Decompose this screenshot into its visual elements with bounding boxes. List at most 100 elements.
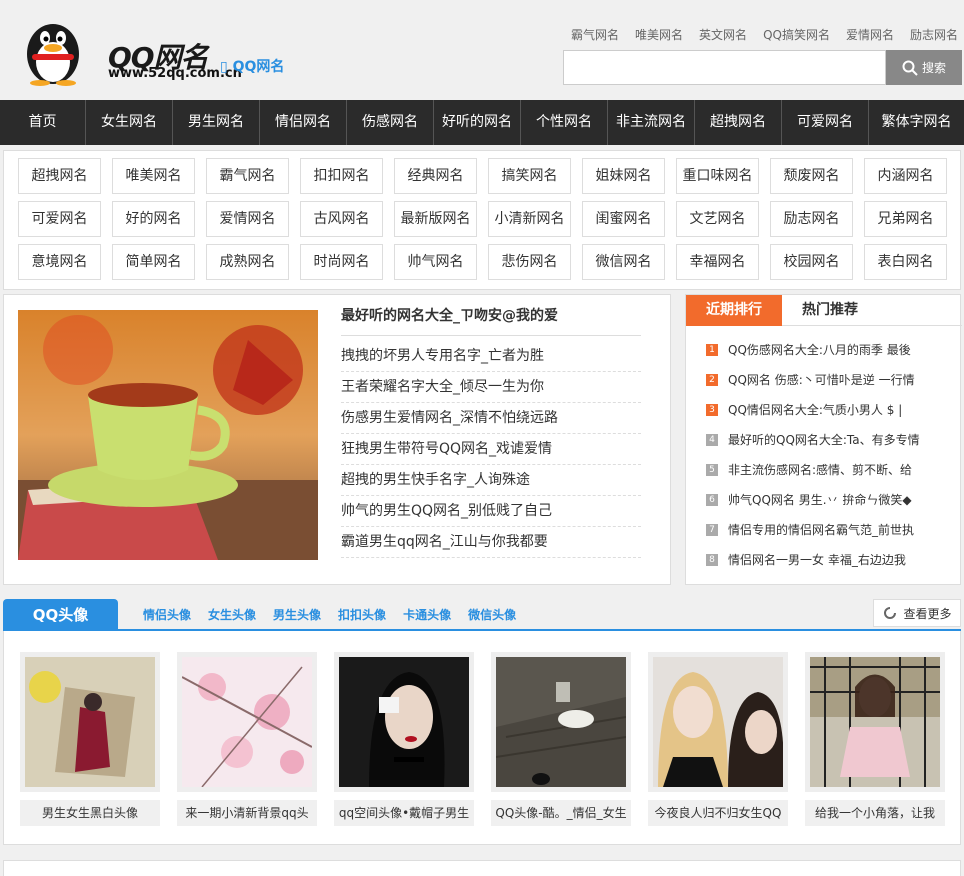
- tab-recent[interactable]: 近期排行: [686, 295, 782, 326]
- list-item[interactable]: 3 QQ情侣网名大全:气质小男人 $ |: [706, 395, 956, 425]
- avatar-caption[interactable]: 男生女生黑白头像: [20, 800, 160, 826]
- tag-link[interactable]: 表白网名: [864, 244, 947, 280]
- nav-item[interactable]: 可爱网名: [782, 100, 869, 145]
- avatar-category[interactable]: 男生头像: [273, 606, 321, 623]
- top-link[interactable]: 爱情网名: [846, 26, 894, 43]
- avatar-category[interactable]: 女生头像: [208, 606, 256, 623]
- avatar-image[interactable]: [805, 652, 945, 792]
- list-item[interactable]: 6 帅气QQ网名 男生.丷 拚命ㄣ微笑◆: [706, 485, 956, 515]
- avatar-caption[interactable]: qq空间头像•戴帽子男生: [334, 800, 474, 826]
- more-button[interactable]: 查看更多: [873, 599, 961, 627]
- avatar-card[interactable]: 给我一个小角落，让我: [805, 652, 945, 826]
- tag-link[interactable]: 经典网名: [394, 158, 477, 194]
- avatar-category[interactable]: 卡通头像: [403, 606, 451, 623]
- tag-link[interactable]: 可爱网名: [18, 201, 101, 237]
- featured-item[interactable]: 霸道男生qq网名_江山与你我都要: [341, 527, 641, 558]
- search-button[interactable]: 搜索: [886, 50, 962, 85]
- list-item[interactable]: 7 情侣专用的情侣网名霸气范_前世执: [706, 515, 956, 545]
- tag-link[interactable]: 励志网名: [770, 201, 853, 237]
- nav-item[interactable]: 个性网名: [521, 100, 608, 145]
- nav-item[interactable]: 情侣网名: [260, 100, 347, 145]
- featured-item[interactable]: 伤感男生爱情网名_深情不怕绕远路: [341, 403, 641, 434]
- avatar-image[interactable]: [20, 652, 160, 792]
- avatar-card[interactable]: 男生女生黑白头像: [20, 652, 160, 826]
- tag-link[interactable]: 简单网名: [112, 244, 195, 280]
- avatar-image[interactable]: [334, 652, 474, 792]
- tag-link[interactable]: 扣扣网名: [300, 158, 383, 194]
- tag-grid: 超拽网名 唯美网名 霸气网名 扣扣网名 经典网名 搞笑网名 姐妹网名 重口味网名 颓废网名 内涵网…: [3, 150, 961, 290]
- tag-link[interactable]: 兄弟网名: [864, 201, 947, 237]
- tag-link[interactable]: 内涵网名: [864, 158, 947, 194]
- tab-hot[interactable]: 热门推荐: [782, 295, 878, 326]
- mobile-link[interactable]: ▯ QQ网名: [220, 56, 284, 76]
- avatar-caption[interactable]: 给我一个小角落，让我: [805, 800, 945, 826]
- featured-item[interactable]: 王者荣耀名字大全_倾尽一生为你: [341, 372, 641, 403]
- tag-link[interactable]: 帅气网名: [394, 244, 477, 280]
- tag-link[interactable]: 古风网名: [300, 201, 383, 237]
- nav-item[interactable]: 好听的网名: [434, 100, 521, 145]
- tag-link[interactable]: 霸气网名: [206, 158, 289, 194]
- avatar-category[interactable]: 扣扣头像: [338, 606, 386, 623]
- tag-link[interactable]: 微信网名: [582, 244, 665, 280]
- tag-link[interactable]: 超拽网名: [18, 158, 101, 194]
- top-link[interactable]: QQ搞笑网名: [763, 26, 830, 43]
- avatar-card[interactable]: qq空间头像•戴帽子男生: [334, 652, 474, 826]
- tag-link[interactable]: 悲伤网名: [488, 244, 571, 280]
- tag-link[interactable]: 文艺网名: [676, 201, 759, 237]
- list-item[interactable]: 1 QQ伤感网名大全:八月的雨季 最後: [706, 335, 956, 365]
- featured-item[interactable]: 超拽的男生快手名字_人询殊途: [341, 465, 641, 496]
- tag-link[interactable]: 颓废网名: [770, 158, 853, 194]
- tag-link[interactable]: 校园网名: [770, 244, 853, 280]
- avatar-card[interactable]: QQ头像-酷。_情侣_女生: [491, 652, 631, 826]
- tag-link[interactable]: 成熟网名: [206, 244, 289, 280]
- avatar-caption[interactable]: 今夜良人归不归女生QQ: [648, 800, 788, 826]
- featured-item[interactable]: 狂拽男生带符号QQ网名_戏谑爱情: [341, 434, 641, 465]
- tag-link[interactable]: 闺蜜网名: [582, 201, 665, 237]
- tag-link[interactable]: 幸福网名: [676, 244, 759, 280]
- tag-link[interactable]: 意境网名: [18, 244, 101, 280]
- tag-link[interactable]: 唯美网名: [112, 158, 195, 194]
- tag-link[interactable]: 搞笑网名: [488, 158, 571, 194]
- avatar-photo: [25, 657, 155, 787]
- avatar-caption[interactable]: 来一期小清新背景qq头: [177, 800, 317, 826]
- nav-item[interactable]: 首页: [0, 100, 86, 145]
- nav-item[interactable]: 男生网名: [173, 100, 260, 145]
- avatar-image[interactable]: [177, 652, 317, 792]
- tag-link[interactable]: 爱情网名: [206, 201, 289, 237]
- main-nav: 首页 女生网名 男生网名 情侣网名 伤感网名 好听的网名 个性网名 非主流网名 …: [0, 100, 964, 145]
- top-link[interactable]: 唯美网名: [635, 26, 683, 43]
- featured-item[interactable]: 拽拽的坏男人专用名字_亡者为胜: [341, 341, 641, 372]
- tag-link[interactable]: 小清新网名: [488, 201, 571, 237]
- list-item[interactable]: 5 非主流伤感网名:感情、剪不断、给: [706, 455, 956, 485]
- avatar-caption[interactable]: QQ头像-酷。_情侣_女生: [491, 800, 631, 826]
- featured-image[interactable]: [18, 310, 318, 560]
- avatar-card[interactable]: 来一期小清新背景qq头: [177, 652, 317, 826]
- top-link[interactable]: 英文网名: [699, 26, 747, 43]
- avatar-image[interactable]: [648, 652, 788, 792]
- avatar-card[interactable]: 今夜良人归不归女生QQ: [648, 652, 788, 826]
- list-item[interactable]: 8 情侣网名一男一女 幸福_右边边我: [706, 545, 956, 575]
- avatar-section-title[interactable]: QQ头像: [3, 599, 118, 631]
- list-item[interactable]: 4 最好听的QQ网名大全:Ta、有多专情: [706, 425, 956, 455]
- search-input[interactable]: [563, 50, 886, 85]
- tag-link[interactable]: 最新版网名: [394, 201, 477, 237]
- top-link[interactable]: 霸气网名: [571, 26, 619, 43]
- site-logo[interactable]: QQ网名 www.52qq.com.cn: [22, 16, 242, 86]
- nav-item[interactable]: 超拽网名: [695, 100, 782, 145]
- refresh-icon: [884, 607, 897, 619]
- top-link[interactable]: 励志网名: [910, 26, 958, 43]
- nav-item[interactable]: 女生网名: [86, 100, 173, 145]
- avatar-image[interactable]: [491, 652, 631, 792]
- tag-link[interactable]: 时尚网名: [300, 244, 383, 280]
- featured-item[interactable]: 帅气的男生QQ网名_别低贱了自己: [341, 496, 641, 527]
- tag-link[interactable]: 姐妹网名: [582, 158, 665, 194]
- nav-item[interactable]: 伤感网名: [347, 100, 434, 145]
- tag-link[interactable]: 好的网名: [112, 201, 195, 237]
- nav-item[interactable]: 非主流网名: [608, 100, 695, 145]
- avatar-category[interactable]: 微信头像: [468, 606, 516, 623]
- list-item[interactable]: 2 QQ网名 伤感:丶可惜卟是逆 一行情: [706, 365, 956, 395]
- tag-link[interactable]: 重口味网名: [676, 158, 759, 194]
- nav-item[interactable]: 繁体字网名: [869, 100, 964, 145]
- featured-title[interactable]: 最好听的网名大全_ㄗ吻安@我的爱: [341, 305, 641, 336]
- avatar-category[interactable]: 情侣头像: [143, 606, 191, 623]
